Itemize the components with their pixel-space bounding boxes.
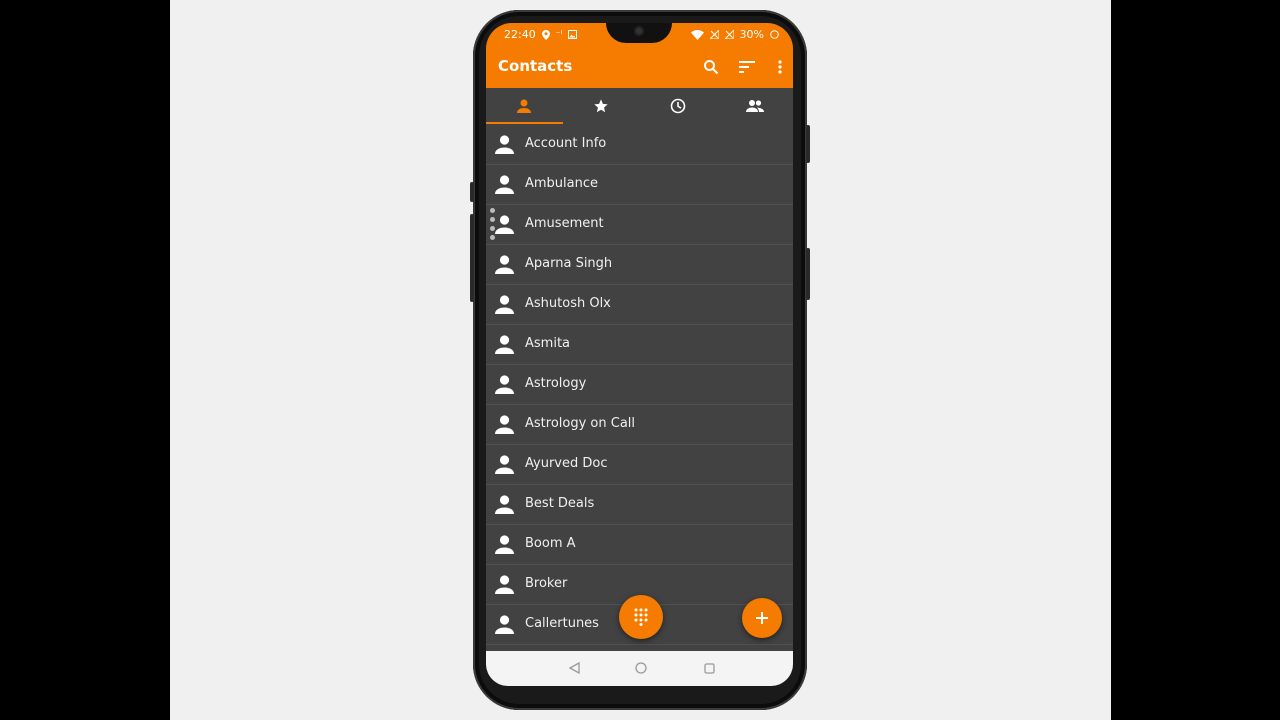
add-contact-button[interactable] <box>742 598 782 638</box>
person-icon <box>495 455 514 474</box>
contact-name: Callertunes <box>525 616 599 631</box>
tab-bar <box>486 88 793 124</box>
alert-slider <box>806 248 810 300</box>
contact-name: Aparna Singh <box>525 256 613 271</box>
list-item[interactable]: Ashutosh Olx <box>486 285 793 325</box>
contact-name: Amusement <box>525 216 604 231</box>
tab-favorites[interactable] <box>563 88 639 124</box>
dialpad-button[interactable] <box>619 595 663 639</box>
list-item[interactable]: Ayurved Doc <box>486 445 793 485</box>
status-time: 22:40 <box>504 28 536 41</box>
person-icon <box>495 335 514 354</box>
person-icon <box>495 295 514 314</box>
image-icon <box>568 30 578 39</box>
contact-name: Account Info <box>525 136 607 151</box>
list-item[interactable]: Boom A <box>486 525 793 565</box>
selected-tab-indicator <box>486 122 563 124</box>
home-icon[interactable] <box>633 660 649 676</box>
volume-button <box>470 214 474 302</box>
contact-name: Astrology on Call <box>525 416 636 431</box>
person-icon <box>495 255 514 274</box>
list-item[interactable]: Account Info <box>486 125 793 165</box>
contact-name: Ashutosh Olx <box>525 296 611 311</box>
add-icon <box>756 612 768 624</box>
person-icon <box>517 99 531 113</box>
person-icon <box>495 135 514 154</box>
no-signal-icon <box>709 30 719 39</box>
contact-name: Broker <box>525 576 568 591</box>
carrier-indicator: ⁻ᴵ <box>555 29 563 40</box>
contact-name: Best Deals <box>525 496 595 511</box>
dialpad-icon <box>634 608 648 626</box>
list-item[interactable]: Astrology <box>486 365 793 405</box>
person-icon <box>495 575 514 594</box>
page-title: Contacts <box>498 57 573 75</box>
wifi-icon <box>690 29 704 40</box>
app-bar: Contacts <box>486 46 793 88</box>
contact-name: Astrology <box>525 376 587 391</box>
power-button <box>806 125 810 163</box>
volume-button <box>470 182 474 202</box>
list-item[interactable]: Best Deals <box>486 485 793 525</box>
fast-scroll-handle[interactable] <box>490 208 496 242</box>
contact-name: Asmita <box>525 336 571 351</box>
list-item[interactable]: Aparna Singh <box>486 245 793 285</box>
person-icon <box>495 415 514 434</box>
contact-name: Ambulance <box>525 176 599 191</box>
group-icon <box>746 100 764 112</box>
person-icon <box>495 375 514 394</box>
no-signal-icon <box>724 30 734 39</box>
contact-name: Ayurved Doc <box>525 456 608 471</box>
person-icon <box>495 175 514 194</box>
battery-percent: 30% <box>739 28 764 41</box>
person-icon <box>495 535 514 554</box>
tab-contacts[interactable] <box>486 88 562 124</box>
star-icon <box>594 99 608 113</box>
phone-screen: 22:40 ⁻ᴵ 30% Contacts Account Info Ambul… <box>486 23 793 686</box>
tab-recents[interactable] <box>640 88 716 124</box>
list-item[interactable]: Asmita <box>486 325 793 365</box>
search-icon[interactable] <box>700 56 722 78</box>
sort-icon[interactable] <box>736 56 758 78</box>
contact-name: Boom A <box>525 536 576 551</box>
contact-list[interactable]: Account Info Ambulance Amusement Aparna Sin… <box>486 125 793 645</box>
person-icon <box>495 215 514 234</box>
person-icon <box>495 495 514 514</box>
list-item[interactable]: Ambulance <box>486 165 793 205</box>
tab-groups[interactable] <box>717 88 793 124</box>
front-camera <box>634 26 644 36</box>
more-vert-icon[interactable] <box>769 56 791 78</box>
back-icon[interactable] <box>566 660 582 676</box>
clock-icon <box>670 98 686 114</box>
list-item[interactable]: Amusement <box>486 205 793 245</box>
recents-icon[interactable] <box>701 660 717 676</box>
system-navigation-bar <box>486 651 793 686</box>
list-item[interactable]: Astrology on Call <box>486 405 793 445</box>
location-icon <box>541 29 550 40</box>
person-icon <box>495 615 514 634</box>
battery-icon <box>770 30 779 39</box>
status-bar: 22:40 ⁻ᴵ 30% <box>486 23 793 46</box>
